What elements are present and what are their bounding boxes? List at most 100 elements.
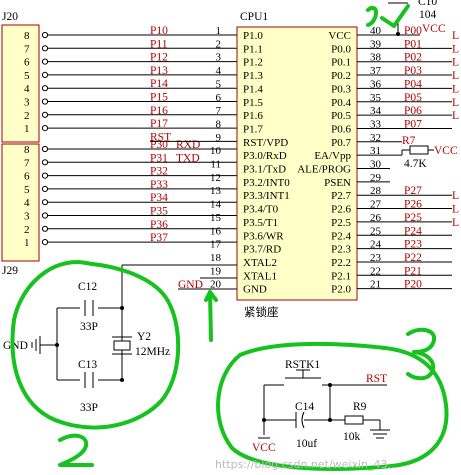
connector-pin-number: 5	[24, 70, 30, 82]
r7-resistor: R7 4.7K VCC	[402, 135, 458, 170]
r9-label: R9	[353, 401, 367, 413]
vcc-label-top: VCC	[422, 23, 446, 35]
y2-label: Y2	[137, 331, 151, 343]
cpu-pin-name: ALE/PROG	[297, 164, 351, 176]
net-label: P31	[150, 152, 168, 164]
connector-pin-number: 4	[24, 83, 30, 95]
connector-pin-number: 7	[24, 157, 30, 169]
cpu-pin-name: P3.2/INT0	[243, 177, 290, 189]
net-label: P03	[404, 65, 422, 77]
net-alt-label: RXD	[176, 139, 200, 151]
cpu-pin-name: P0.7	[331, 137, 351, 149]
net-edge-label: L	[452, 204, 459, 216]
cpu-name: 紧锁座	[244, 305, 279, 319]
cpu-pin-number: 20	[210, 279, 222, 291]
net-label: P22	[404, 252, 422, 264]
reset-vcc-label: VCC	[252, 442, 276, 454]
connector-pin-number: 3	[24, 211, 30, 223]
c14-value: 10uf	[296, 438, 317, 450]
cpu-pin-name: P2.0	[331, 284, 351, 296]
cpu-pin-name: P1.1	[243, 43, 263, 55]
cpu-pin-number: 15	[210, 212, 222, 224]
cpu-pin-name: P2.5	[331, 217, 351, 229]
left-net-wires: P10P11P12P13P14P15P16P17P30P31P32P33P34P…	[48, 25, 237, 291]
cpu-pin-number: 14	[210, 199, 222, 211]
net-label: P25	[404, 212, 422, 224]
connector-pin-dot	[41, 85, 49, 92]
cpu-pin-name: RST/VPD	[243, 137, 288, 149]
cpu-pin-name: GND	[243, 284, 267, 296]
cpu-pin-name: P3.1/TxD	[243, 164, 286, 176]
cpu-pin-name: XTAL2	[243, 257, 277, 269]
net-label: P01	[404, 38, 422, 50]
cpu-pin-name: P3.6/WR	[243, 230, 284, 242]
cpu-pin-name: XTAL1	[243, 270, 277, 282]
net-edge-label: L	[452, 110, 459, 122]
cpu-pin-number: 17	[210, 239, 222, 251]
net-label: P11	[150, 38, 168, 50]
r9-value: 10k	[343, 431, 361, 443]
cpu-pin-name: P0.0	[331, 43, 351, 55]
cpu-pin-name: P3.5/T1	[243, 217, 278, 229]
cpu-pin-number: 16	[210, 225, 222, 237]
net-label: P21	[404, 265, 422, 277]
connector-pin-number: 6	[24, 171, 30, 183]
cpu-designator: CPU1	[240, 11, 268, 23]
net-label: P13	[150, 65, 168, 77]
cpu-pin-name: P1.6	[243, 110, 263, 122]
net-label: P12	[150, 52, 168, 64]
c12-label: C12	[78, 281, 97, 293]
cpu-pin-number: 18	[210, 252, 222, 264]
net-edge-label: L	[452, 83, 459, 95]
net-alt-label: TXD	[176, 152, 200, 164]
net-edge-label: L	[452, 217, 459, 229]
net-label: P26	[404, 199, 422, 211]
connector-pin-number: 2	[24, 224, 30, 236]
cpu-pin-number: 6	[216, 92, 222, 104]
cpu-pin-number: 12	[210, 172, 221, 184]
connector-pin-number: 2	[24, 110, 30, 122]
cpu-pin-name: PSEN	[324, 177, 351, 189]
reset-rst-label: RST	[366, 373, 387, 385]
schematic-canvas: J20 J29 8765432187654321 P10P11P12P13P14…	[1, 0, 459, 471]
net-label: P23	[404, 239, 422, 251]
net-label: P04	[404, 78, 422, 90]
connector-pin-number: 8	[24, 144, 30, 156]
net-label: P14	[150, 78, 168, 90]
net-edge-label: L	[452, 190, 459, 202]
r7-vcc-label: VCC	[434, 145, 458, 157]
net-label: P20	[404, 279, 422, 291]
watermark: https://blog.csdn.net/weixin_43...	[215, 458, 398, 471]
net-label: P24	[404, 225, 422, 237]
connector-pin-number: 7	[24, 43, 30, 55]
connector-pin-dot	[41, 71, 49, 79]
net-label: P07	[404, 118, 422, 130]
connector-pin-number: 1	[24, 237, 30, 249]
connector-pin-dot	[41, 225, 49, 232]
connector-pin-number: 4	[24, 197, 30, 209]
connector-pin-number: 3	[24, 97, 30, 109]
cpu-pin-name: P1.3	[243, 70, 263, 82]
net-label: P37	[150, 232, 168, 244]
net-label: P15	[150, 92, 168, 104]
cpu-pin-name: P0.3	[331, 83, 351, 95]
cpu-pin-name: P1.4	[243, 83, 263, 95]
connector-pin-number: 1	[24, 123, 30, 135]
net-label: P06	[404, 105, 422, 117]
cpu-pin-name: P3.4/T0	[243, 204, 279, 216]
connector-j20-label: J20	[2, 11, 18, 23]
cpu-pin-number: 2	[216, 38, 222, 50]
cpu-pin-number: 1	[216, 25, 222, 37]
c10-value: 104	[419, 9, 437, 21]
net-label: P35	[150, 206, 168, 218]
net-label: P32	[150, 166, 168, 178]
cpu-pin-name: P0.1	[331, 57, 351, 69]
connector-pin-dot	[41, 159, 49, 166]
net-label: P27	[404, 185, 422, 197]
cpu-pin-name: P3.3/INT1	[243, 190, 290, 202]
cpu-pin-name: EA/Vpp	[314, 150, 351, 162]
connector-pin-dot	[41, 212, 49, 219]
cpu-pin-name: P3.7/RD	[243, 244, 281, 256]
cpu-pin-number: 9	[216, 132, 222, 144]
connector-pin-dot	[41, 145, 49, 153]
